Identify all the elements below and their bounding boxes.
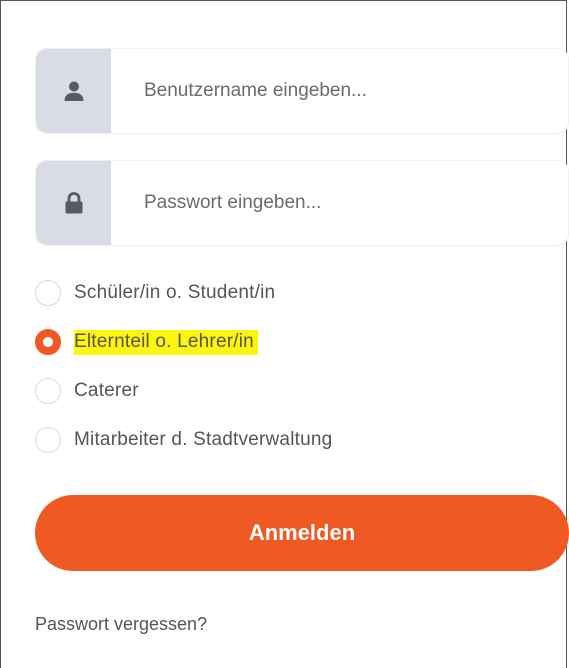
radio-button-city-staff[interactable] bbox=[35, 427, 61, 453]
role-label-caterer: Caterer bbox=[74, 380, 139, 401]
password-addon bbox=[36, 161, 111, 245]
login-panel: Schüler/in o. Student/in Elternteil o. L… bbox=[0, 0, 569, 668]
role-label-city-staff: Mitarbeiter d. Stadtverwaltung bbox=[74, 429, 333, 450]
password-input[interactable] bbox=[111, 161, 568, 245]
radio-button-student[interactable] bbox=[35, 280, 61, 306]
role-option-caterer[interactable]: Caterer bbox=[35, 375, 332, 407]
lock-icon bbox=[64, 192, 84, 214]
forgot-password-link[interactable]: Passwort vergessen? bbox=[35, 614, 207, 635]
radio-button-caterer[interactable] bbox=[35, 378, 61, 404]
role-option-student[interactable]: Schüler/in o. Student/in bbox=[35, 277, 332, 309]
username-input[interactable] bbox=[111, 49, 568, 133]
username-addon bbox=[36, 49, 111, 133]
role-option-city-staff[interactable]: Mitarbeiter d. Stadtverwaltung bbox=[35, 424, 332, 456]
role-label-student: Schüler/in o. Student/in bbox=[74, 282, 276, 303]
username-field bbox=[35, 48, 569, 134]
radio-button-parent-teacher[interactable] bbox=[35, 329, 61, 355]
login-button[interactable]: Anmelden bbox=[35, 495, 569, 571]
role-label-parent-teacher: Elternteil o. Lehrer/in bbox=[74, 329, 258, 355]
password-field bbox=[35, 160, 569, 246]
role-radio-group: Schüler/in o. Student/in Elternteil o. L… bbox=[35, 277, 332, 473]
user-icon bbox=[63, 80, 85, 102]
role-option-parent-teacher[interactable]: Elternteil o. Lehrer/in bbox=[35, 326, 332, 358]
